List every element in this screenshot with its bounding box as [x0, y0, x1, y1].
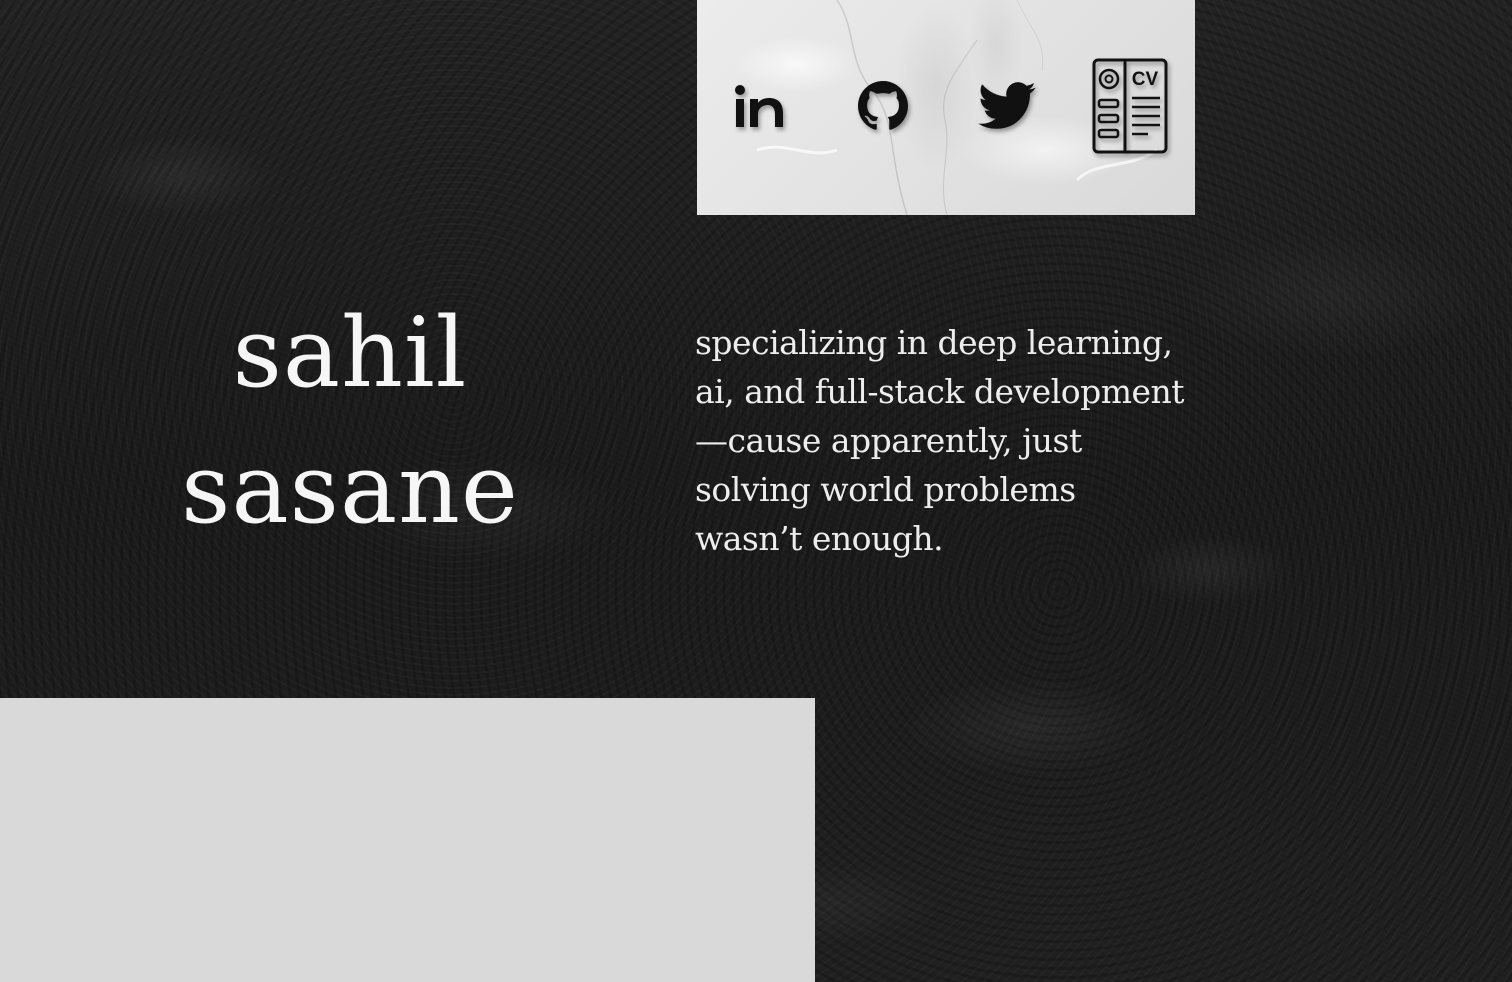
- social-links-panel: CV: [697, 0, 1195, 215]
- tagline-line: specializing in deep learning,: [695, 323, 1173, 362]
- github-icon: [858, 81, 908, 130]
- hero-name: sahil sasane: [100, 285, 600, 557]
- hero-tagline: specializing in deep learning, ai, and f…: [695, 318, 1195, 563]
- cv-document-icon: CV: [1092, 58, 1168, 154]
- github-link[interactable]: [843, 58, 923, 154]
- cv-label: CV: [1132, 69, 1159, 90]
- tagline-line: wasn’t enough.: [695, 519, 944, 558]
- last-name: sasane: [181, 433, 519, 545]
- twitter-icon: [978, 82, 1036, 129]
- twitter-link[interactable]: [967, 58, 1047, 154]
- tagline-line: solving world problems: [695, 470, 1076, 509]
- linkedin-icon: [735, 85, 783, 127]
- placeholder-block: [0, 698, 815, 982]
- linkedin-link[interactable]: [720, 58, 800, 154]
- cv-link[interactable]: CV: [1090, 58, 1170, 154]
- first-name: sahil: [232, 297, 468, 409]
- tagline-line: —cause apparently, just: [695, 421, 1082, 460]
- tagline-line: ai, and full-stack development: [695, 372, 1185, 411]
